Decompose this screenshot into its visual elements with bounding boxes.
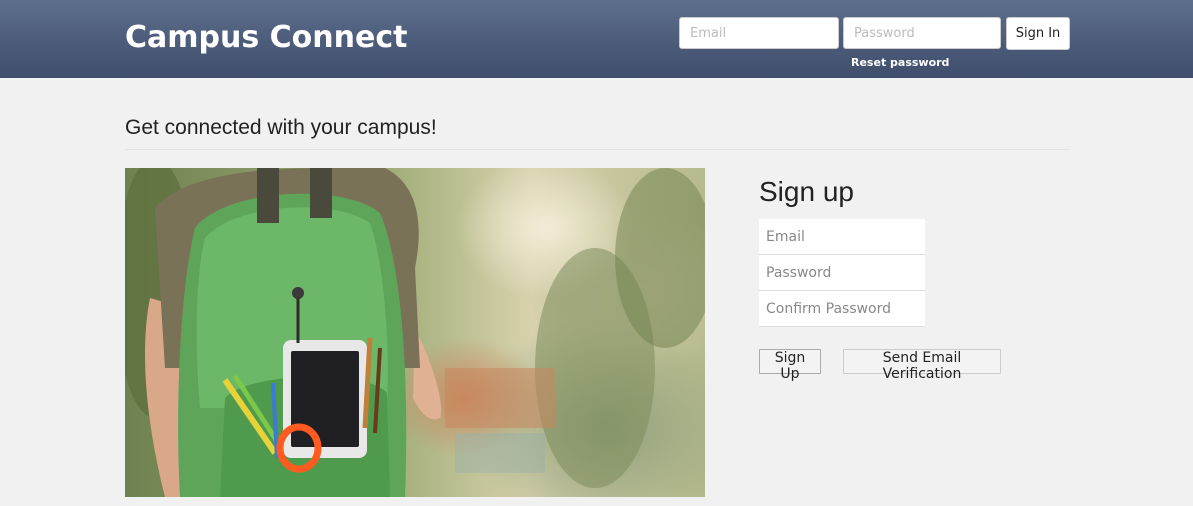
top-navbar: Campus Connect Sign In Reset password: [0, 0, 1193, 78]
header-password-input[interactable]: [843, 17, 1001, 49]
reset-password-link[interactable]: Reset password: [851, 56, 949, 69]
hero-illustration: [125, 168, 705, 497]
divider: [125, 149, 1070, 150]
signup-confirm-password-field[interactable]: [759, 291, 925, 327]
signup-password-field[interactable]: [759, 255, 925, 291]
signup-email-field[interactable]: [759, 219, 925, 255]
signup-heading: Sign up: [759, 176, 854, 207]
sign-up-button[interactable]: Sign Up: [759, 349, 821, 382]
page-tagline: Get connected with your campus!: [125, 116, 437, 139]
brand-logo-text[interactable]: Campus Connect: [125, 20, 407, 55]
send-email-verification-button[interactable]: Send Email Verification: [843, 349, 1001, 382]
header-email-input[interactable]: [679, 17, 839, 49]
hero-image: [125, 168, 705, 497]
sign-in-button[interactable]: Sign In: [1006, 17, 1070, 50]
